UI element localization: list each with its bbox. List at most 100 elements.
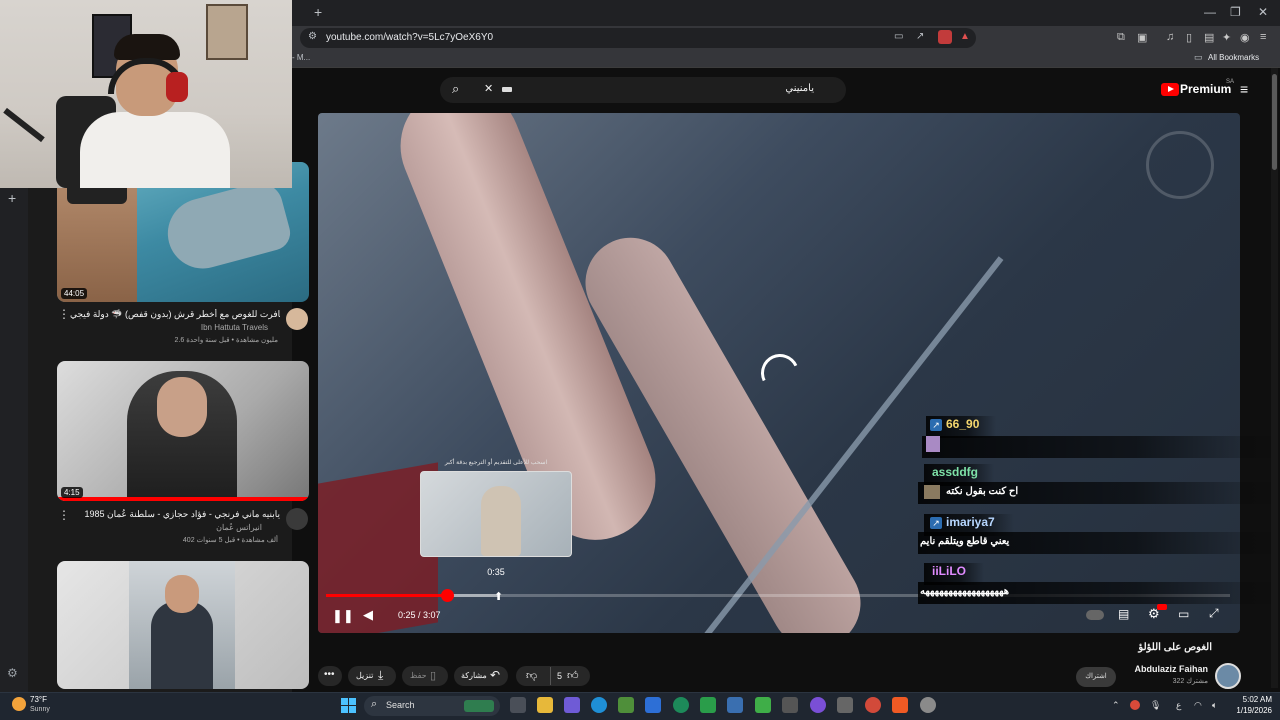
- maximize-icon[interactable]: ❐: [1230, 5, 1241, 19]
- app-icon[interactable]: [673, 697, 689, 713]
- app-icon[interactable]: [564, 697, 580, 713]
- weather-sun-icon[interactable]: [12, 697, 26, 711]
- windows-start-icon[interactable]: [341, 698, 356, 713]
- microphone-icon[interactable]: 🎙︎: [1150, 700, 1161, 711]
- taskbar-search[interactable]: ⌕ Search: [364, 696, 500, 716]
- app-icon[interactable]: [837, 697, 853, 713]
- channel-avatar[interactable]: [1215, 663, 1241, 689]
- channel-name[interactable]: Abdulaziz Faihan: [1128, 664, 1208, 674]
- brave-shield-icon[interactable]: [938, 30, 952, 44]
- menu-icon[interactable]: ≡: [1260, 31, 1266, 43]
- save-label: حفظ: [410, 671, 427, 680]
- volume-icon[interactable]: ◀: [363, 607, 373, 623]
- extensions-icon[interactable]: ⧉: [1117, 31, 1125, 44]
- channel-name[interactable]: انيراتس عُمان: [62, 523, 262, 532]
- tray-overflow-icon[interactable]: ⌃: [1112, 700, 1120, 711]
- video-thumbnail[interactable]: [57, 561, 309, 689]
- add-panel-icon[interactable]: +: [8, 190, 16, 206]
- more-actions-button[interactable]: •••: [318, 666, 342, 686]
- bookmark-item[interactable]: - M...: [292, 53, 310, 62]
- search-bar[interactable]: ⌕ ✕ يامنيني: [440, 77, 846, 103]
- app-icon[interactable]: [700, 697, 716, 713]
- share-button[interactable]: مشاركة ↶: [454, 666, 508, 686]
- brave-icon[interactable]: [892, 697, 908, 713]
- mail-icon[interactable]: [645, 697, 661, 713]
- chat-username: imariya7: [946, 515, 995, 529]
- preview-figure: [481, 486, 521, 556]
- search-icon[interactable]: ⌕: [452, 81, 459, 97]
- more-options-icon[interactable]: ⋮: [58, 508, 70, 522]
- task-view-icon[interactable]: [510, 697, 526, 713]
- watched-progress: [57, 497, 309, 501]
- taskbar-search-label: Search: [386, 700, 415, 710]
- channel-avatar[interactable]: [286, 308, 308, 330]
- search-query: يامنيني: [785, 83, 814, 94]
- file-explorer-icon[interactable]: [537, 697, 553, 713]
- sidebar-icon[interactable]: ▯: [1186, 31, 1192, 44]
- like-icon[interactable]: 👍︎: [567, 669, 579, 682]
- keyboard-icon[interactable]: [502, 87, 512, 92]
- clock-date[interactable]: 1/19/2026: [1226, 706, 1272, 715]
- emote-icon: [924, 485, 940, 499]
- site-info-icon[interactable]: ⚙: [308, 31, 317, 42]
- chat-text: يعني قاطع ويتلقم نايم: [920, 536, 1010, 547]
- fullscreen-icon[interactable]: ⤢: [1209, 606, 1219, 621]
- video-title[interactable]: سافرت للغوص مع أخطر قرش (بدون قفص) 🦈 دول…: [70, 309, 280, 320]
- app-icon[interactable]: [782, 697, 798, 713]
- tray-app-icon[interactable]: [1130, 700, 1140, 710]
- headset-earcup: [166, 72, 188, 102]
- download-button[interactable]: تنزيل ⤓: [348, 666, 396, 686]
- chat-badge-icon: ↗: [930, 517, 942, 529]
- subscribe-button[interactable]: اشتراك: [1076, 667, 1116, 687]
- app-icon[interactable]: [727, 697, 743, 713]
- all-bookmarks-button[interactable]: All Bookmarks: [1208, 53, 1259, 62]
- wallet-icon[interactable]: ▤: [1204, 31, 1214, 44]
- pause-icon[interactable]: ❚❚: [332, 608, 354, 624]
- channel-name[interactable]: Ibn Hattuta Travels: [68, 323, 268, 332]
- folder-icon: ▭: [1194, 52, 1203, 62]
- edge-icon[interactable]: [591, 697, 607, 713]
- weather-temperature[interactable]: 73°F: [30, 695, 47, 704]
- windows-taskbar: [0, 692, 1280, 720]
- channel-watermark[interactable]: [1146, 131, 1214, 199]
- app-icon[interactable]: [865, 697, 881, 713]
- cast-icon[interactable]: ▭: [894, 31, 903, 42]
- app-icon[interactable]: [755, 697, 771, 713]
- share-icon[interactable]: ↗: [916, 31, 924, 42]
- clock-time[interactable]: 5:02 AM: [1232, 695, 1272, 704]
- autoplay-toggle[interactable]: [1086, 610, 1104, 620]
- speaker-icon[interactable]: 🔈︎: [1212, 700, 1217, 711]
- youtube-logo-icon[interactable]: [1161, 83, 1179, 96]
- wifi-icon[interactable]: ◠: [1194, 700, 1202, 711]
- settings-icon[interactable]: ⚙: [7, 666, 18, 680]
- save-button[interactable]: حفظ ▯: [402, 666, 448, 686]
- hamburger-menu-icon[interactable]: ≡: [1240, 81, 1248, 97]
- video-title[interactable]: يابنيه ماني فرنجي - فؤاد حجازي - سلطنة ع…: [70, 509, 280, 520]
- video-thumbnail[interactable]: 4:15: [57, 361, 309, 501]
- obs-icon[interactable]: [810, 697, 826, 713]
- dislike-icon[interactable]: 👎︎: [526, 669, 537, 682]
- close-window-icon[interactable]: ✕: [1258, 5, 1268, 19]
- channel-avatar[interactable]: [286, 508, 308, 530]
- subtitles-icon[interactable]: ▤: [1118, 607, 1129, 621]
- rewards-icon[interactable]: ▲: [960, 31, 970, 42]
- chat-badge-icon: ↗: [930, 419, 942, 431]
- store-icon[interactable]: [618, 697, 634, 713]
- minimize-icon[interactable]: —: [1204, 5, 1216, 19]
- more-options-icon[interactable]: ⋮: [58, 307, 70, 321]
- page-scrollbar[interactable]: [1271, 68, 1278, 688]
- scrollbar-thumb[interactable]: [1272, 74, 1277, 170]
- weather-condition[interactable]: Sunny: [30, 706, 50, 713]
- settings-app-icon[interactable]: [920, 697, 936, 713]
- screenshot-icon[interactable]: ▣: [1137, 31, 1147, 44]
- theater-mode-icon[interactable]: ▭: [1178, 607, 1189, 621]
- vpn-icon[interactable]: ◉: [1240, 31, 1250, 44]
- new-tab-button[interactable]: +: [314, 4, 322, 20]
- language-indicator-icon[interactable]: ع: [1176, 700, 1181, 711]
- leo-icon[interactable]: ✦: [1222, 31, 1231, 44]
- music-icon[interactable]: ♫: [1166, 31, 1174, 43]
- clear-search-icon[interactable]: ✕: [484, 82, 493, 95]
- share-arrow-icon: ↶: [490, 668, 501, 682]
- youtube-premium-logo[interactable]: Premium: [1180, 82, 1231, 96]
- address-bar[interactable]: ⚙ youtube.com/watch?v=5Lc7yOeX6Y0 ▭ ↗ ▲: [300, 28, 976, 48]
